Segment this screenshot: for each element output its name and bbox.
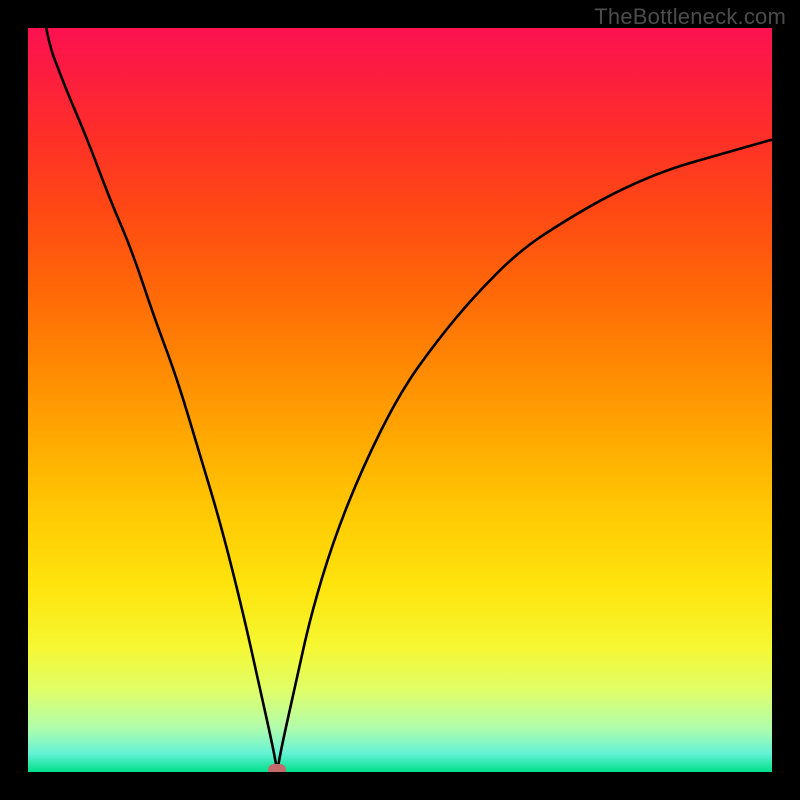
watermark-text: TheBottleneck.com <box>594 4 786 30</box>
chart-frame: TheBottleneck.com <box>0 0 800 800</box>
optimum-marker <box>268 764 286 772</box>
bottleneck-curve <box>28 28 772 772</box>
plot-area <box>28 28 772 772</box>
